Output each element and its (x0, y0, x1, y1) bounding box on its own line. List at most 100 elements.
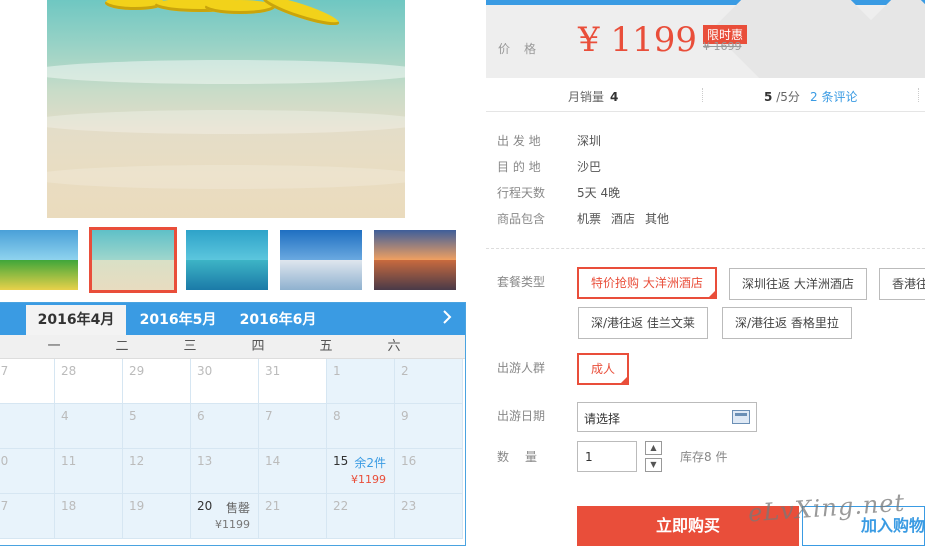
day-number: 21 (265, 499, 281, 513)
chevron-right-icon[interactable] (441, 307, 455, 329)
calendar-day: 12 (123, 449, 191, 494)
day-number: 19 (129, 499, 145, 513)
calendar-day: 1 (327, 359, 395, 404)
info-key: 出 发 地 (497, 134, 541, 148)
thumb-snorkel[interactable] (186, 230, 268, 290)
tab-month-1[interactable]: 2016年4月 (26, 305, 126, 335)
calendar-day: 8 (327, 404, 395, 449)
day-number: 20 (197, 499, 213, 513)
calendar-month-tabs: 2016年4月 2016年5月 2016年6月 (0, 303, 465, 335)
package-option-3[interactable]: 香港往 (879, 268, 925, 300)
day-number: 22 (333, 499, 349, 513)
day-number: 13 (197, 454, 213, 468)
weekday-label: 五 (319, 339, 333, 354)
thumbnail-strip (0, 224, 466, 300)
thumb-mosque[interactable] (280, 230, 362, 290)
day-stock: 余2件 (354, 456, 386, 470)
wave-foam (47, 60, 405, 84)
price-label: 价格 (498, 42, 551, 56)
calendar-day: 9 (395, 404, 463, 449)
travel-date-label: 出游日期 (497, 409, 546, 423)
package-option-2[interactable]: 深圳往返 大洋洲酒店 (729, 268, 867, 300)
traveler-type-adult[interactable]: 成人 (577, 353, 630, 385)
day-number: 9 (401, 409, 409, 423)
day-number: 5 (129, 409, 137, 423)
weekday-label: 三 (183, 339, 197, 354)
sales-stats: 月销量 4 5 /5分 2 条评论 (486, 78, 925, 112)
info-value: 沙巴 (577, 158, 611, 175)
wave-foam (47, 165, 405, 189)
weekday-label: 四 (251, 339, 265, 354)
calendar-day: 19 (123, 494, 191, 539)
calendar-day: 31 (259, 359, 327, 404)
price-value: ¥ 1199 (578, 20, 697, 60)
package-type-label: 套餐类型 (497, 275, 546, 289)
day-number: 29 (129, 364, 145, 378)
day-number: 15 (333, 454, 349, 468)
price-panel-accent-line (486, 0, 925, 5)
rating: 5 /5分 (764, 88, 800, 105)
quantity-decrease-button[interactable]: ▼ (645, 458, 662, 472)
travel-date-placeholder: 请选择 (584, 412, 621, 426)
calendar-day: 29 (123, 359, 191, 404)
calendar-day: 5 (123, 404, 191, 449)
day-number: 16 (401, 454, 417, 468)
calendar-day: 16 (395, 449, 463, 494)
rating-value: 5 (764, 90, 773, 104)
package-option-5[interactable]: 深/港往返 香格里拉 (722, 307, 852, 339)
weekday-label: 六 (387, 339, 401, 354)
calendar-day: 14 (259, 449, 327, 494)
original-price: ¥ 1699 (703, 40, 742, 53)
main-photo (47, 0, 405, 218)
rating-suffix: /5分 (776, 90, 800, 104)
day-number: 10 (0, 454, 9, 468)
kayak-shape (260, 0, 342, 31)
day-number: 31 (265, 364, 281, 378)
tab-month-2[interactable]: 2016年5月 (128, 303, 228, 335)
info-key: 行程天数 (497, 186, 546, 200)
calendar-day: 28 (55, 359, 123, 404)
product-page: 2016年4月 2016年5月 2016年6月 日一二三四五六 27282930… (0, 0, 925, 546)
calendar-day: 10 (0, 449, 55, 494)
reviews-link[interactable]: 2 条评论 (810, 88, 857, 105)
day-number: 12 (129, 454, 145, 468)
quantity-increase-button[interactable]: ▲ (645, 441, 662, 455)
calendar-day[interactable]: 20 售罄 ¥1199 (191, 494, 259, 539)
thumb-sunset[interactable] (374, 230, 456, 290)
day-number: 8 (333, 409, 341, 423)
calendar-day[interactable]: 15 余2件 ¥1199 (327, 449, 395, 494)
day-number: 3 (0, 409, 1, 423)
calendar-icon[interactable] (732, 410, 750, 424)
departure-calendar: 2016年4月 2016年5月 2016年6月 日一二三四五六 27282930… (0, 302, 466, 546)
tab-month-3[interactable]: 2016年6月 (228, 303, 328, 335)
day-number: 2 (401, 364, 409, 378)
calendar-day: 17 (0, 494, 55, 539)
day-number: 11 (61, 454, 77, 468)
package-option-1[interactable]: 特价抢购 大洋洲酒店 (577, 267, 717, 299)
day-number: 1 (333, 364, 341, 378)
quantity-label: 数 量 (497, 450, 540, 464)
info-value: 机票 酒店 其他 (577, 210, 679, 227)
travel-date-picker[interactable]: 请选择 (577, 402, 757, 432)
wave-foam (47, 110, 405, 134)
info-value-item: 深圳 (577, 134, 602, 148)
weekday-label: 日 (0, 335, 20, 359)
day-number: 28 (61, 364, 77, 378)
weekday-label: 二 (115, 339, 129, 354)
thumb-island-poster[interactable] (0, 230, 78, 290)
package-option-4[interactable]: 深/港往返 佳兰文莱 (578, 307, 708, 339)
stock-count: 库存8 件 (680, 450, 728, 464)
calendar-day: 2 (395, 359, 463, 404)
day-price: ¥1199 (351, 473, 386, 486)
price-panel: 价格 ¥ 1199 限时惠 ¥ 1699 (486, 0, 925, 78)
quantity-input[interactable]: 1 (577, 441, 637, 472)
info-value-item: 酒店 (611, 212, 636, 226)
day-number: 30 (197, 364, 213, 378)
info-value-item: 沙巴 (577, 160, 602, 174)
info-value-item: 机票 (577, 212, 602, 226)
thumb-beach-kayaks[interactable] (89, 227, 177, 293)
info-value-item: 5天 4晚 (577, 186, 621, 200)
divider (918, 88, 919, 102)
traveler-type-label: 出游人群 (497, 361, 546, 375)
calendar-day: 21 (259, 494, 327, 539)
